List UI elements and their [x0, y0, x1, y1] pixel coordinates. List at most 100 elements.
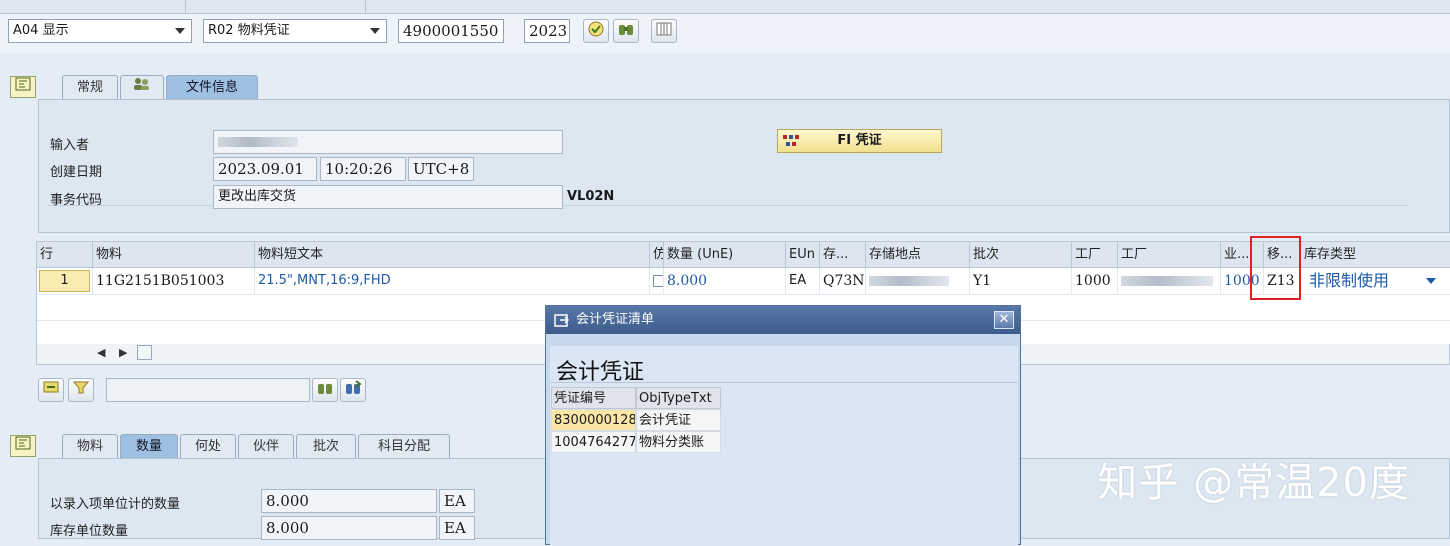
- tab-quantity[interactable]: 数量: [120, 434, 178, 458]
- year-input[interactable]: 2023: [524, 19, 570, 43]
- checkbox-box: [653, 275, 663, 287]
- document-number-input[interactable]: 4900001550: [398, 19, 504, 43]
- plant-name-cell: [1118, 268, 1221, 294]
- redacted-value: [1121, 276, 1213, 286]
- execute-button[interactable]: [583, 19, 609, 43]
- people-icon: [132, 78, 152, 95]
- collapse-header-button[interactable]: [10, 76, 36, 98]
- col-header-sloc[interactable]: 存...: [820, 242, 866, 268]
- chevron-down-icon: [1426, 278, 1436, 284]
- dialog-title: 会计凭证清单: [576, 312, 655, 327]
- doc-number-cell[interactable]: 1004764277: [551, 431, 636, 453]
- tab-partners[interactable]: [120, 75, 164, 99]
- dialog-title-bar[interactable]: 会计凭证清单 ✕: [546, 306, 1020, 334]
- collapse-icon: [15, 77, 31, 95]
- qty-entry-field: 8.000: [261, 489, 437, 513]
- tab-doc-info[interactable]: 文件信息: [166, 75, 258, 99]
- filter-button[interactable]: [68, 378, 94, 402]
- row-line-cell[interactable]: 1: [37, 268, 93, 294]
- qty-entry-label: 以录入项单位计的数量: [50, 497, 181, 512]
- quantity-cell: 8.000: [664, 268, 786, 294]
- action-dropdown[interactable]: A04 显示: [8, 19, 192, 43]
- close-button[interactable]: ✕: [994, 311, 1014, 329]
- row-line-number: 1: [39, 270, 90, 292]
- tab-where[interactable]: 何处: [180, 434, 236, 458]
- scroll-right-icon[interactable]: ▶: [119, 346, 127, 359]
- col-header-short-text[interactable]: 物料短文本: [255, 242, 650, 268]
- col-header-plant-name[interactable]: 工厂: [1118, 242, 1221, 268]
- fi-document-icon: [782, 133, 800, 157]
- action-dropdown-value: A04 显示: [13, 23, 69, 38]
- watermark: 知乎 @常温20度: [1097, 460, 1410, 506]
- stock-type-value: 非限制使用: [1309, 271, 1390, 290]
- col-header-plant[interactable]: 工厂: [1072, 242, 1118, 268]
- table-row[interactable]: 1 11G2151B051003 21.5",MNT,16:9,FHD 8.00…: [37, 268, 1450, 294]
- col-header-batch[interactable]: 批次: [970, 242, 1072, 268]
- select-all-button[interactable]: [38, 378, 64, 402]
- search-input[interactable]: [106, 378, 310, 402]
- stock-type-dropdown[interactable]: 非限制使用: [1301, 268, 1450, 294]
- dialog-content: 会计凭证 凭证编号 ObjTypeTxt 8300000128 会计凭证 100…: [550, 346, 1018, 546]
- layout-button[interactable]: [651, 19, 677, 43]
- column-settings-icon[interactable]: [137, 345, 152, 360]
- collapse-detail-button[interactable]: [10, 435, 36, 457]
- fi-document-label: FI 凭证: [837, 133, 882, 148]
- created-date-field: 2023.09.01: [213, 157, 317, 181]
- col-header-line[interactable]: 行: [37, 242, 93, 268]
- col-header-storage-location[interactable]: 存储地点: [866, 242, 970, 268]
- sloc-cell: Q73N: [820, 268, 866, 294]
- short-text-cell: 21.5",MNT,16:9,FHD: [255, 268, 650, 294]
- created-on-label: 创建日期: [50, 165, 103, 180]
- collapse-icon: [15, 436, 31, 454]
- qty-stock-unit: EA: [439, 516, 475, 540]
- top-strip: [0, 0, 1450, 14]
- binoculars-icon: [617, 25, 635, 42]
- accounting-documents-dialog: 会计凭证清单 ✕ 会计凭证 凭证编号 ObjTypeTxt 8300000128…: [545, 305, 1021, 546]
- tab-material[interactable]: 物料: [62, 434, 118, 458]
- obj-type-cell[interactable]: 物料分类账: [636, 431, 721, 453]
- tab-account-assignment[interactable]: 科目分配: [358, 434, 450, 458]
- obj-type-cell[interactable]: 会计凭证: [636, 409, 721, 431]
- scroll-left-icon[interactable]: ◀: [97, 346, 105, 359]
- qty-stock-label: 库存单位数量: [50, 524, 129, 539]
- tcode-text-field: 更改出库交货: [213, 185, 563, 209]
- binoculars-next-icon: [344, 380, 362, 401]
- col-header-flag[interactable]: 仿: [650, 242, 664, 268]
- binoculars-icon: [316, 384, 334, 401]
- chevron-down-icon: [370, 28, 380, 34]
- eun-cell: EA: [786, 268, 820, 294]
- redacted-value: [869, 276, 949, 286]
- search-button[interactable]: [312, 378, 338, 402]
- tcode-value: VL02N: [567, 189, 615, 204]
- filter-icon: [72, 381, 90, 399]
- fi-document-button[interactable]: FI 凭证: [777, 129, 942, 153]
- search-next-button[interactable]: [340, 378, 366, 402]
- col-header-stock-type[interactable]: 库存类型: [1301, 242, 1450, 268]
- created-time-field: 10:20:26: [320, 157, 406, 181]
- batch-cell: Y1: [970, 268, 1072, 294]
- select-all-icon: [42, 381, 60, 399]
- col-header-quantity[interactable]: 数量 (UnE): [664, 242, 786, 268]
- close-icon: ✕: [998, 312, 1010, 327]
- reference-dropdown[interactable]: R02 物料凭证: [203, 19, 387, 43]
- tab-general[interactable]: 常规: [62, 75, 118, 99]
- col-header-material[interactable]: 物料: [93, 242, 255, 268]
- col-header-eun[interactable]: EUn: [786, 242, 820, 268]
- material-cell: 11G2151B051003: [93, 268, 255, 294]
- tcode-label: 事务代码: [50, 193, 103, 208]
- reference-dropdown-value: R02 物料凭证: [208, 23, 290, 38]
- qty-stock-field: 8.000: [261, 516, 437, 540]
- col-header-doc-number[interactable]: 凭证编号: [551, 387, 636, 409]
- plant-cell: 1000: [1072, 268, 1118, 294]
- storage-location-cell: [866, 268, 970, 294]
- find-button[interactable]: [613, 19, 639, 43]
- divider: [550, 382, 1018, 383]
- col-header-obj-type[interactable]: ObjTypeTxt: [636, 387, 721, 409]
- tab-partner[interactable]: 伙伴: [238, 434, 294, 458]
- tab-batch[interactable]: 批次: [296, 434, 356, 458]
- chevron-down-icon: [175, 28, 185, 34]
- annotation-highlight: [1250, 236, 1301, 300]
- doc-number-cell[interactable]: 8300000128: [551, 409, 636, 431]
- flag-checkbox[interactable]: [650, 268, 664, 294]
- dialog-window-icon: [554, 312, 570, 340]
